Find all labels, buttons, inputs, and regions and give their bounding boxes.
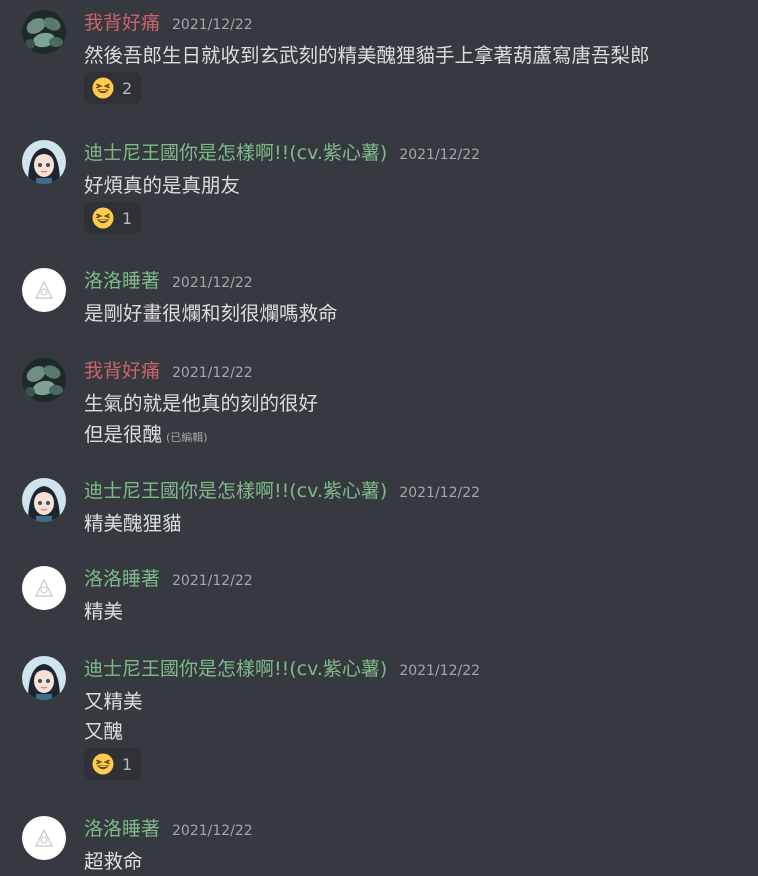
username[interactable]: 迪士尼王國你是怎樣啊!!(cv.紫心薯)	[84, 138, 387, 165]
timestamp: 2021/12/22	[172, 573, 253, 589]
username[interactable]: 迪士尼王國你是怎樣啊!!(cv.紫心薯)	[84, 476, 387, 503]
grinning-squinting-face-icon	[92, 753, 114, 775]
timestamp: 2021/12/22	[172, 365, 253, 381]
user-avatar-plant[interactable]	[22, 358, 66, 402]
message-text: 又精美	[84, 690, 143, 713]
timestamp: 2021/12/22	[172, 823, 253, 839]
message-text: 又醜	[84, 720, 124, 743]
message-header: 洛洛睡著 2021/12/22	[84, 266, 253, 293]
timestamp: 2021/12/22	[172, 275, 253, 291]
user-avatar-white-sketch[interactable]	[22, 268, 66, 312]
message-text: 是剛好畫很爛和刻很爛嗎救命	[84, 302, 338, 325]
reaction-button[interactable]: 1	[84, 202, 143, 234]
message-header: 洛洛睡著 2021/12/22	[84, 814, 253, 841]
user-avatar-anime-girl[interactable]	[22, 656, 66, 700]
message-header: 迪士尼王國你是怎樣啊!!(cv.紫心薯) 2021/12/22	[84, 138, 480, 165]
message-text: 生氣的就是他真的刻的很好	[84, 392, 319, 415]
message-header: 迪士尼王國你是怎樣啊!!(cv.紫心薯) 2021/12/22	[84, 654, 480, 681]
timestamp: 2021/12/22	[172, 17, 253, 33]
user-avatar-plant[interactable]	[22, 10, 66, 54]
grinning-squinting-face-icon	[92, 77, 114, 99]
message-header: 洛洛睡著 2021/12/22	[84, 564, 253, 591]
timestamp: 2021/12/22	[399, 147, 481, 163]
message-header: 迪士尼王國你是怎樣啊!!(cv.紫心薯) 2021/12/22	[84, 476, 480, 503]
username[interactable]: 洛洛睡著	[84, 814, 160, 841]
grinning-squinting-face-icon	[92, 207, 114, 229]
reaction-count: 1	[122, 754, 133, 774]
reaction-count: 1	[122, 208, 133, 228]
edited-label: (已編輯)	[166, 431, 208, 444]
reaction-button[interactable]: 2	[84, 72, 143, 104]
message-text: 但是很醜 (已編輯)	[84, 423, 208, 446]
username[interactable]: 洛洛睡著	[84, 266, 160, 293]
username[interactable]: 我背好痛	[84, 8, 160, 35]
message-text: 超救命	[84, 850, 143, 873]
timestamp: 2021/12/22	[399, 663, 481, 679]
user-avatar-white-sketch[interactable]	[22, 566, 66, 610]
message-text: 精美	[84, 600, 124, 623]
reaction-button[interactable]: 1	[84, 748, 143, 780]
message-header: 我背好痛 2021/12/22	[84, 8, 253, 35]
username[interactable]: 迪士尼王國你是怎樣啊!!(cv.紫心薯)	[84, 654, 387, 681]
message-text: 精美醜狸貓	[84, 512, 182, 535]
username[interactable]: 我背好痛	[84, 356, 160, 383]
user-avatar-white-sketch[interactable]	[22, 816, 66, 860]
reaction-count: 2	[122, 78, 133, 98]
user-avatar-anime-girl[interactable]	[22, 478, 66, 522]
user-avatar-anime-girl[interactable]	[22, 140, 66, 184]
message-text: 好煩真的是真朋友	[84, 174, 241, 197]
username[interactable]: 洛洛睡著	[84, 564, 160, 591]
timestamp: 2021/12/22	[399, 485, 481, 501]
message-text: 然後吾郎生日就收到玄武刻的精美醜狸貓手上拿著葫蘆寫唐吾梨郎	[84, 44, 650, 67]
message-header: 我背好痛 2021/12/22	[84, 356, 253, 383]
